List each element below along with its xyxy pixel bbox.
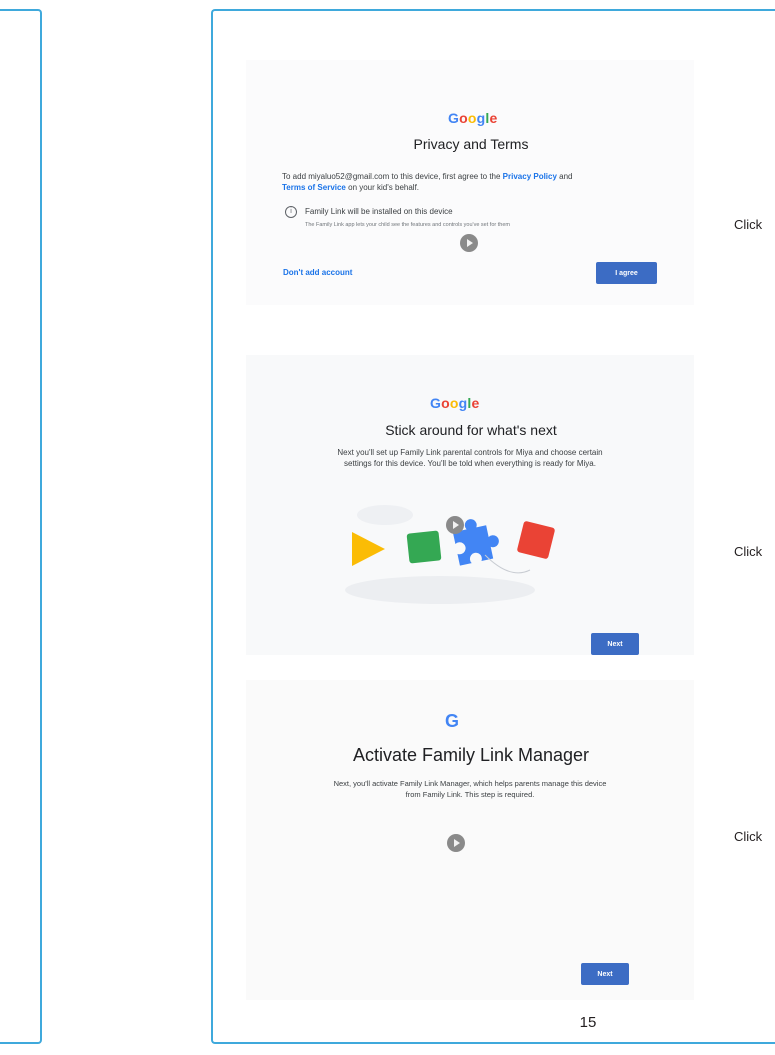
click-annotation-2: Click [734,544,763,559]
yellow-triangle-shape [352,532,385,566]
family-link-illustration [345,505,555,604]
green-square-shape [406,530,442,564]
privacy-terms-body: To add miyaluo52@gmail.com to this devic… [282,171,642,193]
stick-around-title: Stick around for what's next [385,422,557,438]
click-annotation-3: Click [734,829,763,844]
dont-add-account-link[interactable]: Don't add account [283,268,352,277]
play-icon [460,234,478,252]
next-button-1[interactable]: Next [591,633,639,655]
left-page-frame [0,9,42,1044]
red-square-shape [517,521,555,559]
google-g-logo: G [445,711,460,731]
info-title: Family Link will be installed on this de… [305,207,453,216]
privacy-policy-link[interactable]: Privacy Policy [503,172,557,181]
next-button-2[interactable]: Next [581,963,629,985]
activate-manager-body: Next, you'll activate Family Link Manage… [270,778,670,800]
google-logo-2: Google [430,395,480,411]
play-icon [446,516,464,534]
stick-around-body-line1: Next you'll set up Family Link parental … [337,448,603,457]
body-text-and: and [556,172,573,181]
activate-manager-screenshot [246,680,694,1000]
activate-manager-title: Activate Family Link Manager [352,745,590,765]
privacy-terms-title: Privacy and Terms [413,136,529,152]
page-number: 15 [579,1014,597,1031]
info-subtitle: The Family Link app lets your child see … [305,222,510,228]
stick-around-body-line2: settings for this device. You'll be told… [344,459,596,468]
activate-body-line2: from Family Link. This step is required. [405,790,535,799]
google-logo-1: Google [448,110,498,126]
click-annotation-1: Click [734,217,763,232]
info-icon: i [285,206,297,218]
body-text-post: on your kid's behalf. [345,183,420,192]
activate-body-line1: Next, you'll activate Family Link Manage… [333,779,607,788]
terms-of-service-link[interactable]: Terms of Service [282,183,346,192]
illustration-cloud [357,505,413,525]
illustration-ground [345,576,535,604]
body-text-pre: To add miyaluo52@gmail.com to this devic… [282,172,503,181]
i-agree-button[interactable]: I agree [596,262,657,284]
play-icon [447,834,465,852]
stick-around-body: Next you'll set up Family Link parental … [256,447,684,469]
